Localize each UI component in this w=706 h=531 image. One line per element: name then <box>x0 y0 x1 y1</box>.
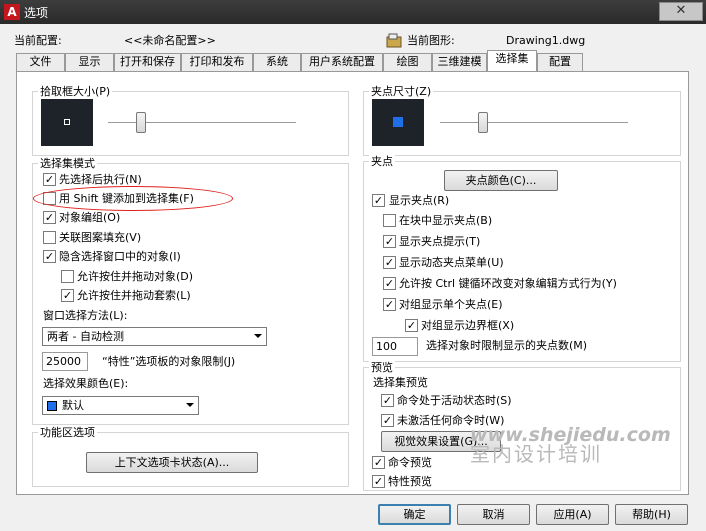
window-method-label: 窗口选择方法(L): <box>43 309 128 322</box>
preview-title: 预览 <box>369 361 395 374</box>
close-button[interactable]: ✕ <box>659 2 703 21</box>
pickbox-slider-thumb[interactable] <box>136 112 146 133</box>
pickbox-preview <box>41 99 93 146</box>
tab-system[interactable]: 系统 <box>253 53 301 71</box>
command-preview-checkbox[interactable]: ✓ <box>372 456 385 469</box>
tab-open-save[interactable]: 打开和保存 <box>114 53 181 71</box>
options-dialog: A 选项 ✕ 当前配置: <<未命名配置>> 当前图形: Drawing1.dw… <box>0 0 706 531</box>
cancel-button[interactable]: 取消 <box>457 504 530 525</box>
noun-verb-checkbox[interactable]: ✓ <box>43 173 56 186</box>
grip-size-slider-track <box>440 122 628 124</box>
color-swatch-icon <box>47 401 57 411</box>
chevron-down-icon <box>254 334 262 338</box>
noun-verb-label: 先选择后执行(N) <box>59 173 142 186</box>
grip-colors-button[interactable]: 夹点颜色(C)... <box>444 170 558 191</box>
properties-limit-label: “特性”选项板的对象限制(J) <box>102 355 236 368</box>
selection-modes-title: 选择集模式 <box>38 157 97 170</box>
bounding-box-groups-checkbox[interactable]: ✓ <box>405 319 418 332</box>
tab-display[interactable]: 显示 <box>65 53 114 71</box>
property-preview-checkbox[interactable]: ✓ <box>372 475 385 488</box>
ctrl-cycling-checkbox[interactable]: ✓ <box>383 277 396 290</box>
press-drag-lasso-label: 允许按住并拖动套索(L) <box>77 289 191 302</box>
grip-size-slider-thumb[interactable] <box>478 112 488 133</box>
help-button[interactable]: 帮助(H) <box>615 504 688 525</box>
ok-button[interactable]: 确定 <box>378 504 451 525</box>
associative-hatch-label: 关联图案填充(V) <box>59 231 142 244</box>
tab-3d-modeling[interactable]: 三维建模 <box>432 53 487 71</box>
single-grip-groups-label: 对组显示单个夹点(E) <box>399 298 503 311</box>
tab-plot-publish[interactable]: 打印和发布 <box>181 53 253 71</box>
grip-size-title: 夹点尺寸(Z) <box>369 85 434 98</box>
grip-size-preview <box>372 99 424 146</box>
show-grips-label: 显示夹点(R) <box>389 194 450 207</box>
effect-color-value: 默认 <box>62 399 84 412</box>
properties-limit-input[interactable]: 25000 <box>42 352 88 371</box>
bounding-box-groups-label: 对组显示边界框(X) <box>421 319 515 332</box>
effect-color-select[interactable]: 默认 <box>42 396 199 415</box>
annotation-ellipse <box>33 186 233 211</box>
grip-limit-input[interactable]: 100 <box>372 337 418 356</box>
grip-limit-label: 选择对象时限制显示的夹点数(M) <box>426 339 588 352</box>
object-grouping-label: 对象编组(O) <box>59 211 121 224</box>
apply-button[interactable]: 应用(A) <box>536 504 609 525</box>
window-method-select[interactable]: 两者 - 自动检测 <box>42 327 267 346</box>
selection-preview-subtitle: 选择集预览 <box>373 376 428 389</box>
drawing-icon <box>386 33 402 48</box>
grips-in-blocks-checkbox[interactable] <box>383 214 396 227</box>
autocad-logo-icon: A <box>4 4 20 20</box>
dynamic-grip-menu-label: 显示动态夹点菜单(U) <box>399 256 504 269</box>
press-drag-object-checkbox[interactable] <box>61 270 74 283</box>
grip-square-icon <box>393 117 403 127</box>
tab-files[interactable]: 文件 <box>16 53 65 71</box>
show-grips-checkbox[interactable]: ✓ <box>372 194 385 207</box>
implied-windowing-checkbox[interactable]: ✓ <box>43 250 56 263</box>
ctrl-cycling-label: 允许按 Ctrl 键循环改变对象编辑方式行为(Y) <box>399 277 617 290</box>
chevron-down-icon <box>186 403 194 407</box>
dynamic-grip-menu-checkbox[interactable]: ✓ <box>383 256 396 269</box>
press-drag-lasso-checkbox[interactable]: ✓ <box>61 289 74 302</box>
command-active-checkbox[interactable]: ✓ <box>381 394 394 407</box>
tab-profiles[interactable]: 配置 <box>537 53 583 71</box>
property-preview-label: 特性预览 <box>388 475 432 488</box>
pickbox-title: 拾取框大小(P) <box>38 85 113 98</box>
title-bar: A 选项 ✕ <box>0 0 706 24</box>
press-drag-object-label: 允许按住并拖动对象(D) <box>77 270 194 283</box>
watermark-text: 室内设计培训 <box>470 442 602 466</box>
tab-user-preferences[interactable]: 用户系统配置 <box>301 53 383 71</box>
ribbon-options-title: 功能区选项 <box>38 426 97 439</box>
grips-title: 夹点 <box>369 155 395 168</box>
current-profile-value: <<未命名配置>> <box>124 34 216 47</box>
single-grip-groups-checkbox[interactable]: ✓ <box>383 298 396 311</box>
tab-selection[interactable]: 选择集 <box>487 50 537 72</box>
current-drawing-value: Drawing1.dwg <box>506 34 586 47</box>
window-title: 选项 <box>24 6 49 20</box>
contextual-tab-states-button[interactable]: 上下文选项卡状态(A)... <box>86 452 258 473</box>
grip-tips-checkbox[interactable]: ✓ <box>383 235 396 248</box>
no-command-checkbox[interactable]: ✓ <box>381 414 394 427</box>
command-preview-label: 命令预览 <box>388 456 432 469</box>
effect-color-label: 选择效果颜色(E): <box>43 377 129 390</box>
current-drawing-label: 当前图形: <box>407 34 455 47</box>
grip-tips-label: 显示夹点提示(T) <box>399 235 481 248</box>
tab-drafting[interactable]: 绘图 <box>383 53 432 71</box>
current-profile-label: 当前配置: <box>14 34 62 47</box>
associative-hatch-checkbox[interactable] <box>43 231 56 244</box>
pickbox-square-icon <box>64 119 70 125</box>
window-method-value: 两者 - 自动检测 <box>47 330 124 343</box>
implied-windowing-label: 隐含选择窗口中的对象(I) <box>59 250 181 263</box>
grips-in-blocks-label: 在块中显示夹点(B) <box>399 214 493 227</box>
command-active-label: 命令处于活动状态时(S) <box>397 394 512 407</box>
object-grouping-checkbox[interactable]: ✓ <box>43 211 56 224</box>
